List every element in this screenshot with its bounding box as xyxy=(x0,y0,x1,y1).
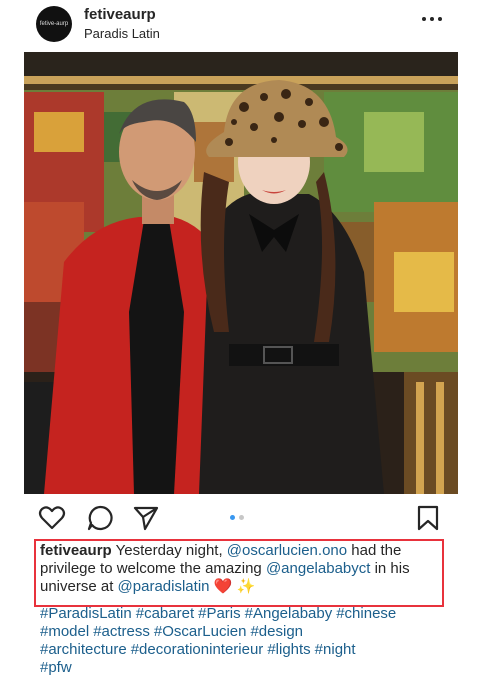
heart-outline-icon[interactable] xyxy=(38,504,66,532)
hashtag[interactable]: #pfw xyxy=(40,659,72,676)
hashtag[interactable]: #Angelababy xyxy=(245,605,333,622)
post-username[interactable]: fetiveaurp xyxy=(84,6,156,23)
caption-emoji: ❤️ ✨ xyxy=(213,578,256,595)
post-header: fetive-aurp fetiveaurp Paradis Latin xyxy=(0,0,500,52)
caption-username[interactable]: fetiveaurp xyxy=(40,542,112,559)
caption-text: Yesterday night, xyxy=(111,542,227,559)
hashtag[interactable]: #OscarLucien xyxy=(154,623,247,640)
caption-mention[interactable]: @angelababyct xyxy=(266,560,370,577)
hashtag[interactable]: #decorationinterieur xyxy=(131,641,264,658)
paper-plane-icon[interactable] xyxy=(132,504,160,532)
hashtag[interactable]: #architecture xyxy=(40,641,127,658)
post-caption: fetiveaurp Yesterday night, @oscarlucien… xyxy=(40,542,445,596)
more-dot xyxy=(430,17,434,21)
carousel-dot xyxy=(239,515,244,520)
avatar[interactable]: fetive-aurp xyxy=(36,6,72,42)
hashtag[interactable]: #chinese xyxy=(336,605,396,622)
hashtag[interactable]: #model xyxy=(40,623,89,640)
hashtag[interactable]: #Paris xyxy=(198,605,241,622)
comment-bubble-icon[interactable] xyxy=(86,504,114,532)
more-options-icon[interactable] xyxy=(420,8,444,28)
post-photo[interactable] xyxy=(24,52,458,494)
hashtag[interactable]: #design xyxy=(250,623,303,640)
hashtag[interactable]: #actress xyxy=(93,623,150,640)
more-dot xyxy=(438,17,442,21)
more-dot xyxy=(422,17,426,21)
caption-mention[interactable]: @oscarlucien.ono xyxy=(227,542,347,559)
carousel-dot-active xyxy=(230,515,235,520)
post-location[interactable]: Paradis Latin xyxy=(84,26,160,41)
hashtag-list: #ParadisLatin #cabaret #Paris #Angelababy #c… xyxy=(40,605,460,677)
hashtag[interactable]: #lights xyxy=(267,641,310,658)
bookmark-icon[interactable] xyxy=(414,504,442,532)
hashtag[interactable]: #night xyxy=(315,641,356,658)
caption-mention[interactable]: @paradislatin xyxy=(118,578,210,595)
photo-illustration xyxy=(24,52,458,494)
hashtag[interactable]: #ParadisLatin xyxy=(40,605,132,622)
post-action-bar xyxy=(0,500,500,536)
hashtag[interactable]: #cabaret xyxy=(136,605,194,622)
